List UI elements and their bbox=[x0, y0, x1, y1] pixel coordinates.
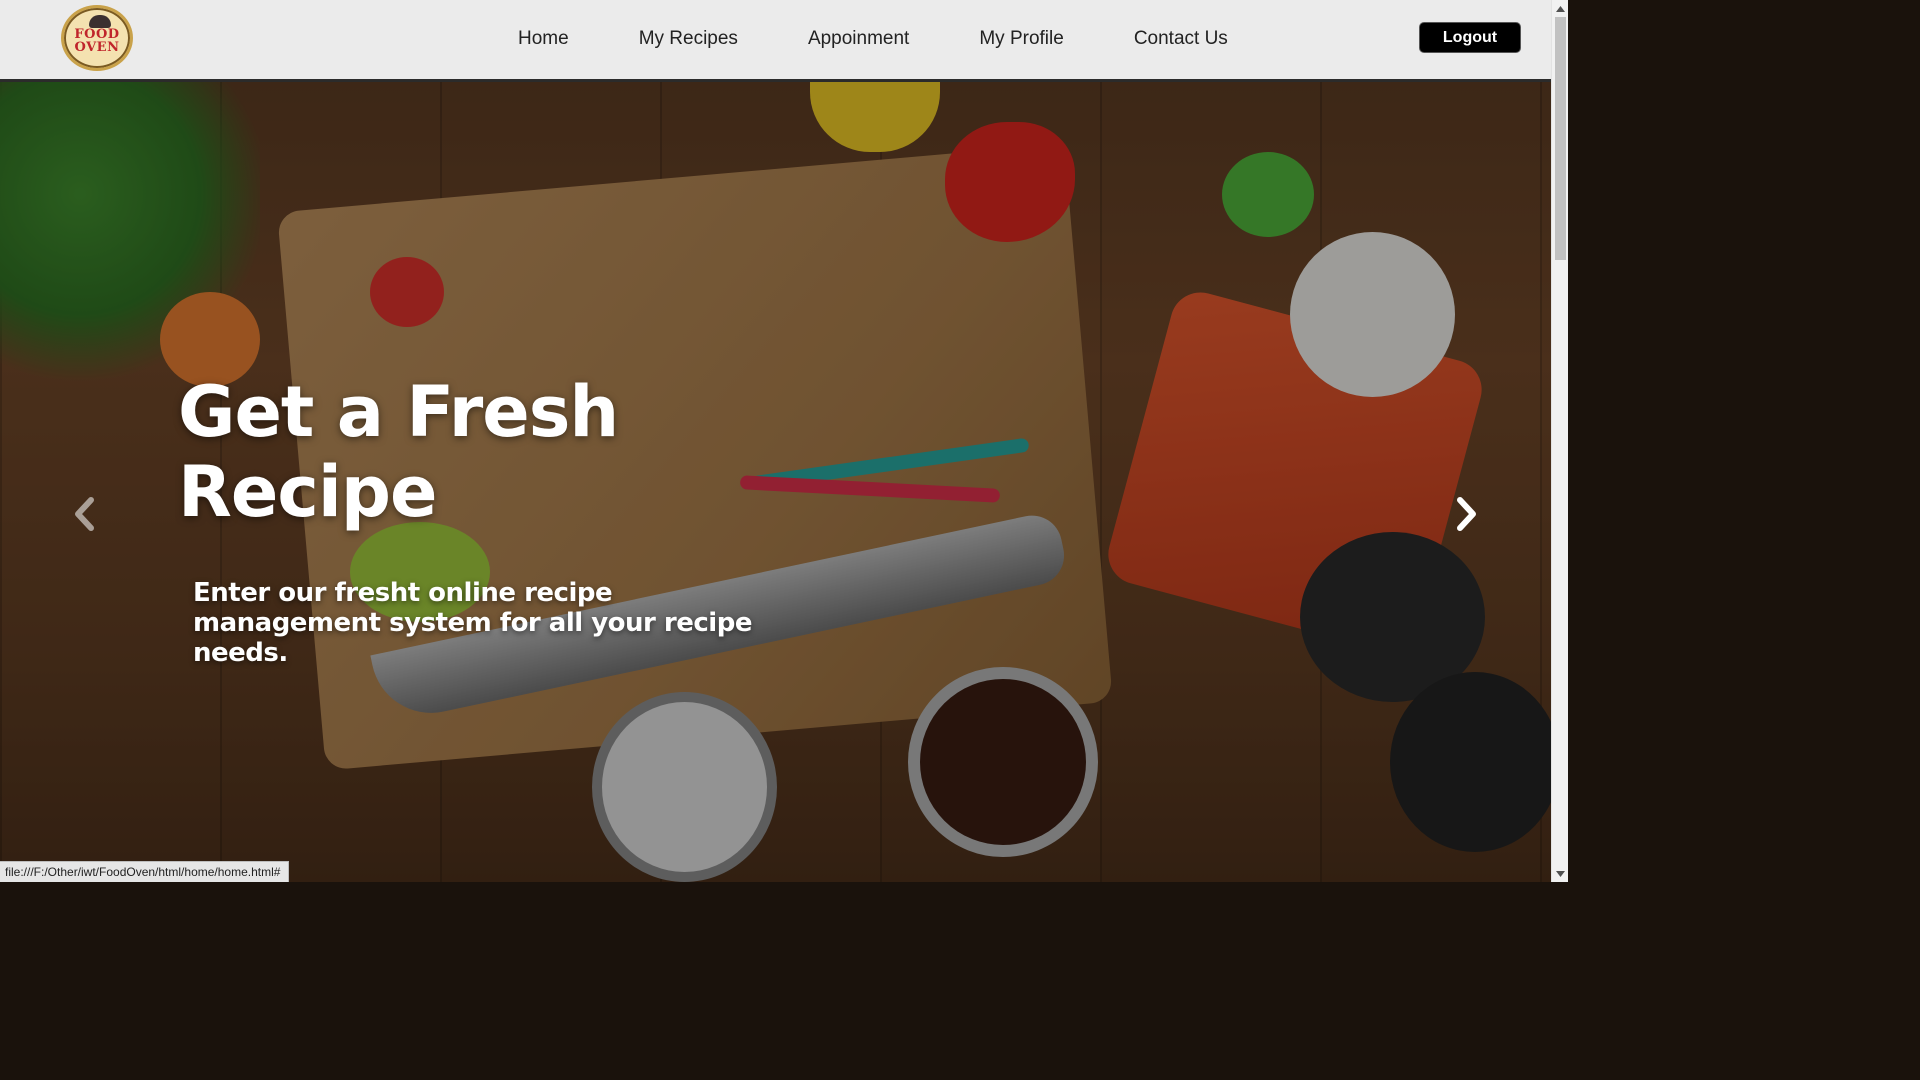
hero-title: Get a Fresh Recipe bbox=[178, 371, 619, 533]
chevron-left-icon bbox=[75, 497, 94, 531]
hero-carousel: Get a Fresh Recipe Enter our fresht onli… bbox=[0, 82, 1551, 882]
logo[interactable]: FOOD OVEN bbox=[61, 5, 133, 71]
nav-item-my-profile[interactable]: My Profile bbox=[979, 28, 1063, 50]
carousel-next-button[interactable] bbox=[1447, 492, 1487, 536]
nav-links: Home My Recipes Appoinment My Profile Co… bbox=[483, 0, 1263, 78]
nav-item-home[interactable]: Home bbox=[518, 28, 569, 50]
nav-item-appointment[interactable]: Appoinment bbox=[808, 28, 909, 50]
navbar: FOOD OVEN Home My Recipes Appoinment My P… bbox=[0, 0, 1551, 82]
hero-subtitle: Enter our fresht online recipe managemen… bbox=[193, 578, 752, 668]
vertical-scrollbar[interactable] bbox=[1551, 0, 1568, 882]
chevron-right-icon bbox=[1457, 497, 1476, 531]
page: FOOD OVEN Home My Recipes Appoinment My P… bbox=[0, 0, 1568, 882]
scrollbar-thumb[interactable] bbox=[1555, 17, 1566, 260]
scroll-up-arrow-icon[interactable] bbox=[1552, 0, 1568, 17]
carousel-prev-button[interactable] bbox=[64, 492, 104, 536]
nav-item-contact-us[interactable]: Contact Us bbox=[1134, 28, 1228, 50]
nav-item-my-recipes[interactable]: My Recipes bbox=[639, 28, 738, 50]
status-bar-url: file:///F:/Other/iwt/FoodOven/html/home/… bbox=[0, 861, 290, 882]
logout-button[interactable]: Logout bbox=[1419, 22, 1521, 53]
logo-text: FOOD OVEN bbox=[74, 27, 120, 55]
scroll-down-arrow-icon[interactable] bbox=[1552, 865, 1568, 882]
